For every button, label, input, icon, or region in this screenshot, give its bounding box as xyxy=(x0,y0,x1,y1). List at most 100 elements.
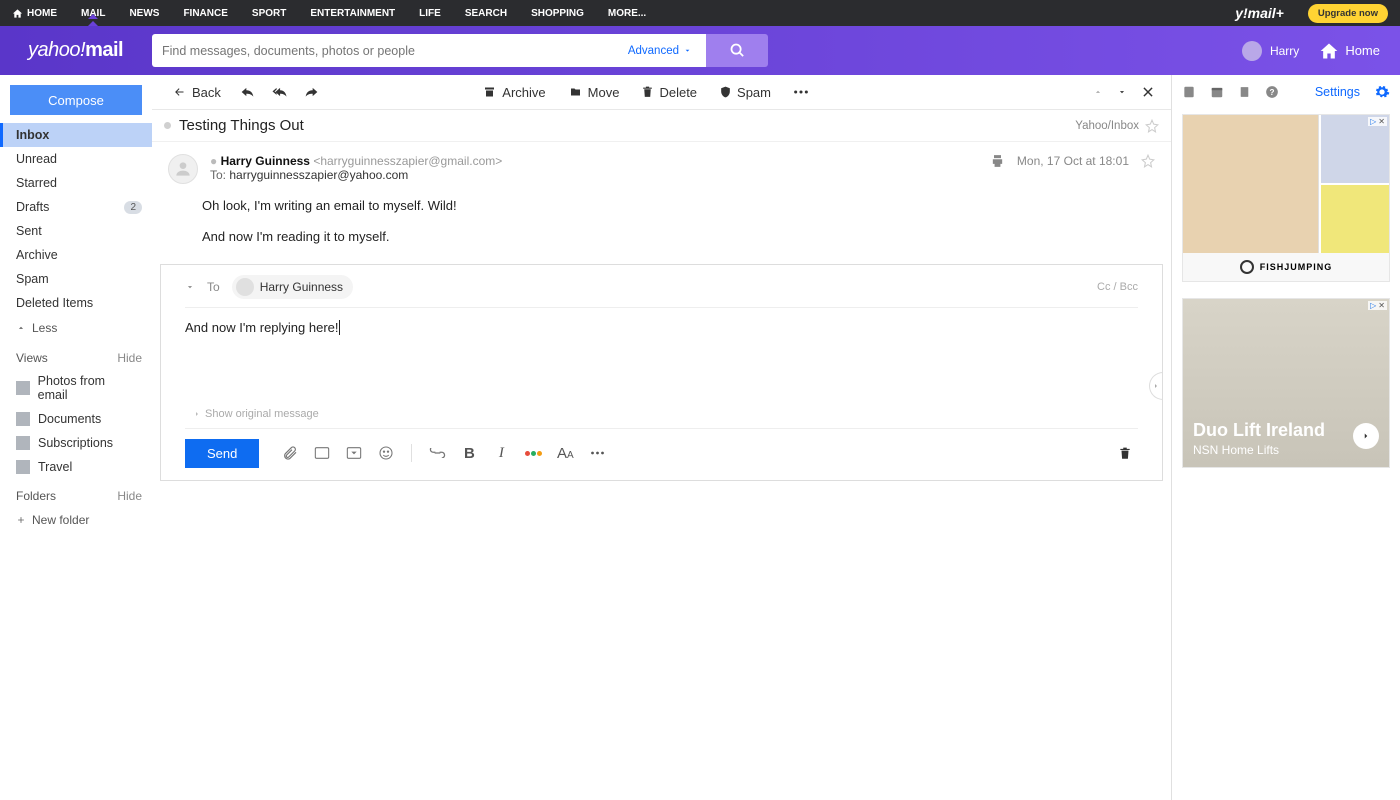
help-button[interactable]: ? xyxy=(1265,85,1279,99)
topnav-more[interactable]: MORE... xyxy=(608,8,646,19)
gif-icon xyxy=(314,446,330,460)
more-icon xyxy=(590,451,605,455)
settings-gear-button[interactable] xyxy=(1374,84,1390,100)
search-input[interactable] xyxy=(162,44,628,58)
chevron-up-icon xyxy=(16,323,26,333)
photos-icon xyxy=(16,381,30,395)
folder-deleted[interactable]: Deleted Items xyxy=(0,291,152,315)
folder-spam[interactable]: Spam xyxy=(0,267,152,291)
print-icon xyxy=(990,154,1005,168)
bold-button[interactable]: B xyxy=(456,440,482,466)
message-location: Yahoo/Inbox xyxy=(1075,120,1139,132)
back-button[interactable]: Back xyxy=(164,85,229,100)
subject-row: Testing Things Out Yahoo/Inbox xyxy=(152,110,1171,142)
more-format-button[interactable] xyxy=(584,440,610,466)
read-status-dot xyxy=(164,122,171,129)
ad-slot-2[interactable]: ▷✕ Duo Lift Ireland NSN Home Lifts xyxy=(1182,298,1390,468)
upgrade-button[interactable]: Upgrade now xyxy=(1308,4,1388,23)
calendar-button[interactable] xyxy=(1210,85,1224,99)
topnav-home[interactable]: HOME xyxy=(12,8,57,19)
new-folder-button[interactable]: New folder xyxy=(0,507,152,533)
folders-section-header: Folders Hide xyxy=(0,479,152,507)
mail-plus-logo: y!mail+ xyxy=(1235,5,1284,21)
reply-body-input[interactable]: And now I'm replying here! xyxy=(161,308,1162,408)
hide-folders-button[interactable]: Hide xyxy=(117,489,142,503)
folder-unread[interactable]: Unread xyxy=(0,147,152,171)
topnav-sport[interactable]: SPORT xyxy=(252,8,286,19)
expand-recipients-toggle[interactable] xyxy=(185,282,195,292)
archive-icon xyxy=(482,86,497,98)
message-date: Mon, 17 Oct at 18:01 xyxy=(1017,154,1129,168)
view-documents[interactable]: Documents xyxy=(0,407,152,431)
sender-name: Harry Guinness xyxy=(221,154,310,168)
topnav-mail[interactable]: MAIL xyxy=(81,8,105,19)
emoji-button[interactable] xyxy=(373,440,399,466)
topnav-finance[interactable]: FINANCE xyxy=(183,8,227,19)
star-message-button-2[interactable] xyxy=(1141,154,1155,168)
chevron-right-icon xyxy=(193,410,201,418)
recipient-chip[interactable]: Harry Guinness xyxy=(232,275,353,299)
topnav-news[interactable]: NEWS xyxy=(129,8,159,19)
contacts-button[interactable] xyxy=(1182,85,1196,99)
topnav-entertainment[interactable]: ENTERTAINMENT xyxy=(310,8,395,19)
link-button[interactable] xyxy=(424,440,450,466)
compose-button[interactable]: Compose xyxy=(10,85,142,115)
view-subscriptions[interactable]: Subscriptions xyxy=(0,431,152,455)
close-message-button[interactable] xyxy=(1137,85,1159,99)
topnav-shopping[interactable]: SHOPPING xyxy=(531,8,584,19)
italic-button[interactable]: I xyxy=(488,440,514,466)
top-navigation: HOME MAIL NEWS FINANCE SPORT ENTERTAINME… xyxy=(0,0,1400,26)
view-photos[interactable]: Photos from email xyxy=(0,369,152,407)
print-button[interactable] xyxy=(990,154,1005,168)
spam-button[interactable]: Spam xyxy=(711,85,779,100)
folder-sent[interactable]: Sent xyxy=(0,219,152,243)
text-color-button[interactable] xyxy=(520,440,546,466)
collapse-folders-toggle[interactable]: Less xyxy=(0,315,152,341)
ad2-next-button[interactable] xyxy=(1353,423,1379,449)
star-message-button[interactable] xyxy=(1145,119,1159,133)
delete-button[interactable]: Delete xyxy=(633,85,705,100)
user-name: Harry xyxy=(1270,44,1299,58)
more-icon xyxy=(793,90,809,94)
stationery-button[interactable] xyxy=(341,440,367,466)
cc-bcc-toggle[interactable]: Cc / Bcc xyxy=(1097,281,1138,293)
reply-all-button[interactable] xyxy=(266,85,293,99)
more-actions-button[interactable] xyxy=(785,90,817,94)
travel-icon xyxy=(16,460,30,474)
gif-button[interactable] xyxy=(309,440,335,466)
next-message-button[interactable] xyxy=(1113,87,1131,97)
hide-views-button[interactable]: Hide xyxy=(117,351,142,365)
notepad-button[interactable] xyxy=(1238,85,1251,99)
forward-button[interactable] xyxy=(299,85,324,99)
folder-starred[interactable]: Starred xyxy=(0,171,152,195)
discard-draft-button[interactable] xyxy=(1112,440,1138,466)
home-link[interactable]: Home xyxy=(1319,41,1380,61)
reply-button[interactable] xyxy=(235,85,260,99)
font-button[interactable]: AA xyxy=(552,440,578,466)
topnav-search[interactable]: SEARCH xyxy=(465,8,507,19)
settings-link[interactable]: Settings xyxy=(1315,85,1360,99)
ad-slot-1[interactable]: ▷✕ FISHJUMPING xyxy=(1182,114,1390,282)
attach-button[interactable] xyxy=(277,440,303,466)
chevron-right-icon xyxy=(1361,430,1371,442)
gear-icon xyxy=(1374,84,1390,100)
user-menu[interactable]: Harry xyxy=(1242,41,1299,61)
yahoo-mail-logo: yahoo!mail xyxy=(28,39,152,62)
calendar-icon xyxy=(1210,85,1224,99)
folder-inbox[interactable]: Inbox xyxy=(0,123,152,147)
views-section-header: Views Hide xyxy=(0,341,152,369)
right-panel: ? Settings ▷✕ FISHJUMPING ▷✕ Duo Lift Ir… xyxy=(1172,75,1400,800)
archive-button[interactable]: Archive xyxy=(474,85,553,100)
folder-drafts[interactable]: Drafts2 xyxy=(0,195,152,219)
prev-message-button[interactable] xyxy=(1089,87,1107,97)
search-button[interactable] xyxy=(706,34,768,67)
reply-to-row: To Harry Guinness Cc / Bcc xyxy=(161,265,1162,303)
message-header: ● Harry Guinness <harryguinnesszapier@gm… xyxy=(152,142,1171,184)
show-original-toggle[interactable]: Show original message xyxy=(161,408,1162,428)
view-travel[interactable]: Travel xyxy=(0,455,152,479)
advanced-search-toggle[interactable]: Advanced xyxy=(628,45,692,57)
folder-archive[interactable]: Archive xyxy=(0,243,152,267)
move-button[interactable]: Move xyxy=(560,85,628,100)
topnav-life[interactable]: LIFE xyxy=(419,8,441,19)
send-button[interactable]: Send xyxy=(185,439,259,468)
